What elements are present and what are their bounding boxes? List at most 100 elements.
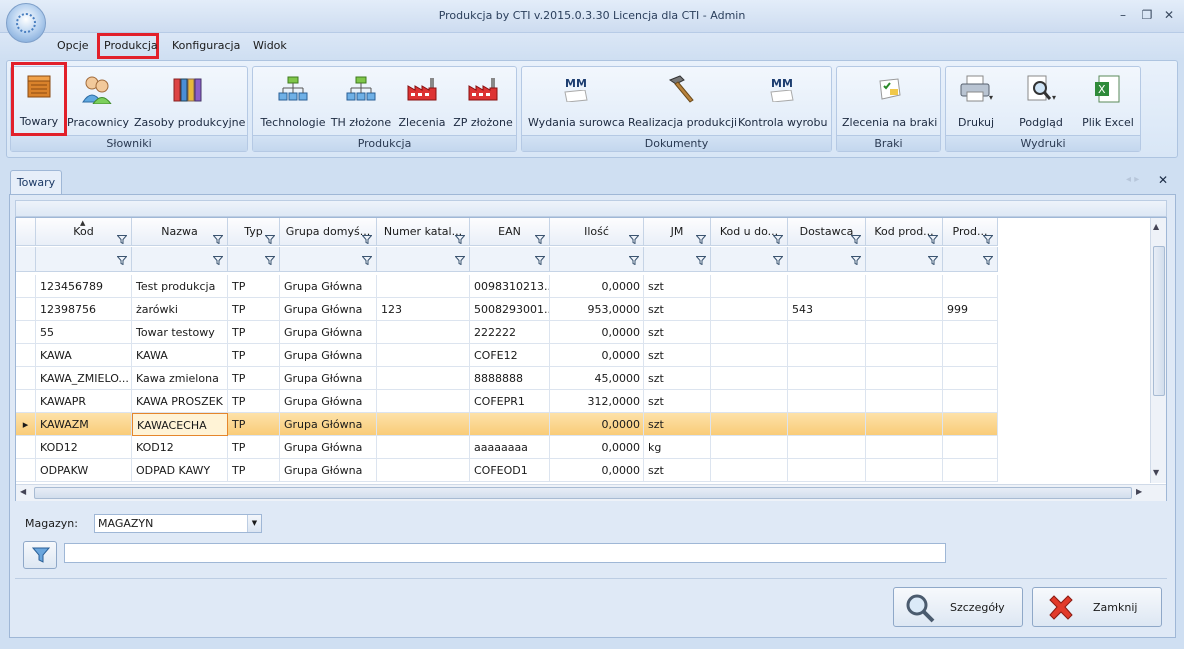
table-cell[interactable]: KOD12 bbox=[132, 436, 228, 459]
table-cell[interactable]: Grupa Główna bbox=[280, 413, 377, 436]
zlecenia-na-braki-button[interactable]: Zlecenia na braki bbox=[842, 70, 937, 132]
column-header[interactable]: Ilość bbox=[550, 218, 644, 246]
table-cell[interactable]: TP bbox=[228, 390, 280, 413]
filter-row-icon[interactable] bbox=[116, 255, 128, 266]
szczegoly-button[interactable]: Szczegóły bbox=[893, 587, 1023, 627]
zp-zlozone-button[interactable]: ZP złożone bbox=[452, 70, 514, 132]
table-cell[interactable]: KAWAZM bbox=[36, 413, 132, 436]
table-cell[interactable]: 0,0000 bbox=[550, 344, 644, 367]
column-header[interactable]: Kod u do... bbox=[711, 218, 788, 246]
table-cell[interactable]: 999 bbox=[943, 298, 998, 321]
table-row[interactable]: 123456789 Test produkcja TP Grupa Główna 009… bbox=[16, 275, 998, 298]
table-cell[interactable] bbox=[377, 321, 470, 344]
table-cell[interactable]: 312,0000 bbox=[550, 390, 644, 413]
close-window-button[interactable]: ✕ bbox=[1158, 6, 1180, 24]
table-row[interactable]: ▸ KAWAZM KAWACECHA TP Grupa Główna 0,0000 szt bbox=[16, 413, 998, 436]
close-tab-icon[interactable]: ✕ bbox=[1158, 173, 1168, 187]
table-cell[interactable] bbox=[943, 459, 998, 482]
table-cell[interactable]: 0,0000 bbox=[550, 459, 644, 482]
table-row[interactable]: KOD12 KOD12 TP Grupa Główna aaaaaaaa 0,0000 kg bbox=[16, 436, 998, 459]
table-cell[interactable]: TP bbox=[228, 344, 280, 367]
table-cell[interactable] bbox=[866, 298, 943, 321]
column-header[interactable]: Kod ▲ bbox=[36, 218, 132, 246]
table-cell[interactable]: 123456789 bbox=[36, 275, 132, 298]
filter-button[interactable] bbox=[23, 541, 57, 569]
table-cell[interactable]: COFEOD1 bbox=[470, 459, 550, 482]
podglad-button[interactable]: ▾ Podgląd bbox=[1010, 70, 1072, 132]
table-cell[interactable]: szt bbox=[644, 413, 711, 436]
towary-button[interactable]: Towary bbox=[11, 62, 67, 136]
pracownicy-button[interactable]: Pracownicy bbox=[67, 70, 129, 132]
table-row[interactable]: ODPAKW ODPAD KAWY TP Grupa Główna COFEOD1 0,0… bbox=[16, 459, 998, 482]
column-header[interactable]: Dostawca bbox=[788, 218, 866, 246]
table-cell[interactable]: 8888888 bbox=[470, 367, 550, 390]
table-cell[interactable] bbox=[943, 275, 998, 298]
table-cell[interactable]: Grupa Główna bbox=[280, 436, 377, 459]
column-header[interactable]: Typ bbox=[228, 218, 280, 246]
table-cell[interactable] bbox=[788, 390, 866, 413]
column-filter-icon[interactable] bbox=[850, 227, 862, 245]
table-cell[interactable]: Towar testowy bbox=[132, 321, 228, 344]
plik-excel-button[interactable]: X Plik Excel bbox=[1080, 70, 1136, 132]
table-cell[interactable]: Grupa Główna bbox=[280, 367, 377, 390]
filter-row-icon[interactable] bbox=[361, 255, 373, 266]
table-cell[interactable] bbox=[377, 436, 470, 459]
table-cell[interactable] bbox=[866, 436, 943, 459]
table-cell[interactable]: szt bbox=[644, 298, 711, 321]
table-cell[interactable] bbox=[377, 413, 470, 436]
table-cell[interactable]: żarówki bbox=[132, 298, 228, 321]
table-row[interactable]: KAWA KAWA TP Grupa Główna COFE12 0,0000 szt bbox=[16, 344, 998, 367]
th-zlozone-button[interactable]: TH złożone bbox=[330, 70, 392, 132]
table-cell[interactable] bbox=[711, 298, 788, 321]
table-cell[interactable]: KAWA PROSZEK bbox=[132, 390, 228, 413]
table-cell[interactable]: TP bbox=[228, 298, 280, 321]
table-cell[interactable] bbox=[788, 275, 866, 298]
drukuj-button[interactable]: ▾ Drukuj bbox=[950, 70, 1002, 132]
table-cell[interactable] bbox=[377, 459, 470, 482]
chevron-down-icon[interactable]: ▼ bbox=[247, 515, 261, 532]
column-header[interactable]: Prod... bbox=[943, 218, 998, 246]
menu-konfiguracja[interactable]: Konfiguracja bbox=[168, 37, 244, 55]
menu-widok[interactable]: Widok bbox=[249, 37, 291, 55]
table-cell[interactable] bbox=[711, 459, 788, 482]
column-filter-icon[interactable] bbox=[927, 227, 939, 245]
column-header[interactable]: Kod prod... bbox=[866, 218, 943, 246]
column-filter-icon[interactable] bbox=[116, 227, 128, 245]
table-cell[interactable]: 543 bbox=[788, 298, 866, 321]
table-cell[interactable]: szt bbox=[644, 390, 711, 413]
technologie-button[interactable]: Technologie bbox=[258, 70, 328, 132]
column-header[interactable]: Nazwa bbox=[132, 218, 228, 246]
table-cell[interactable]: szt bbox=[644, 367, 711, 390]
horizontal-scroll-thumb[interactable] bbox=[34, 487, 1132, 499]
table-cell[interactable]: 55 bbox=[36, 321, 132, 344]
table-cell[interactable]: Grupa Główna bbox=[280, 275, 377, 298]
table-cell[interactable]: szt bbox=[644, 459, 711, 482]
table-cell[interactable] bbox=[866, 390, 943, 413]
table-cell[interactable] bbox=[377, 390, 470, 413]
vertical-scrollbar[interactable]: ▲ ▼ bbox=[1150, 218, 1166, 483]
table-cell[interactable] bbox=[866, 413, 943, 436]
zamknij-button[interactable]: Zamknij bbox=[1032, 587, 1162, 627]
column-filter-icon[interactable] bbox=[772, 227, 784, 245]
column-filter-cell[interactable] bbox=[280, 247, 377, 272]
table-cell[interactable]: 0,0000 bbox=[550, 413, 644, 436]
table-cell[interactable] bbox=[711, 367, 788, 390]
column-filter-cell[interactable] bbox=[470, 247, 550, 272]
filter-row-icon[interactable] bbox=[982, 255, 994, 266]
table-cell[interactable] bbox=[788, 436, 866, 459]
tab-scroll-arrows-icon[interactable]: ◂ ▸ bbox=[1126, 174, 1139, 185]
table-cell[interactable] bbox=[866, 344, 943, 367]
table-cell[interactable]: Grupa Główna bbox=[280, 298, 377, 321]
column-header[interactable]: JM bbox=[644, 218, 711, 246]
column-header[interactable]: Numer katal... bbox=[377, 218, 470, 246]
table-cell[interactable]: szt bbox=[644, 321, 711, 344]
table-cell[interactable] bbox=[943, 367, 998, 390]
column-filter-cell[interactable] bbox=[132, 247, 228, 272]
filter-row-icon[interactable] bbox=[454, 255, 466, 266]
menu-opcje[interactable]: Opcje bbox=[53, 37, 93, 55]
column-filter-cell[interactable] bbox=[36, 247, 132, 272]
table-cell[interactable]: KAWAPR bbox=[36, 390, 132, 413]
table-cell[interactable]: Grupa Główna bbox=[280, 344, 377, 367]
table-cell[interactable] bbox=[711, 321, 788, 344]
table-cell[interactable] bbox=[943, 413, 998, 436]
